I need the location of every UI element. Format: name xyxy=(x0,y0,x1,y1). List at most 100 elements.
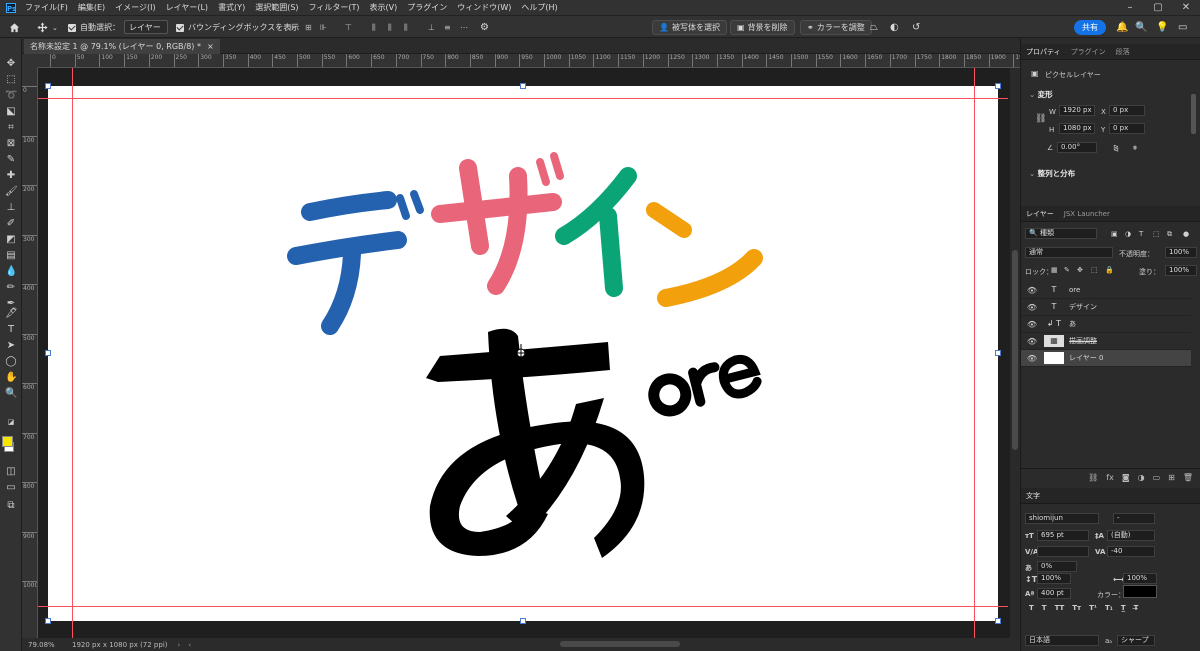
link-layers-icon[interactable]: ⛓ xyxy=(1088,473,1098,482)
adjust-color-button[interactable]: ⚭ カラーを調整 xyxy=(800,20,872,35)
menu-plugins[interactable]: プラグイン xyxy=(402,2,452,13)
type-tool-icon[interactable]: T xyxy=(5,324,17,336)
new-adjustment-icon[interactable]: ◑ xyxy=(1138,473,1145,482)
menu-image[interactable]: イメージ(I) xyxy=(110,2,160,13)
eraser-tool-icon[interactable]: ◩ xyxy=(5,234,17,246)
lock-move-icon[interactable]: ✥ xyxy=(1077,266,1083,274)
document-canvas[interactable] xyxy=(38,68,1008,638)
transform-section-title[interactable]: 変形 xyxy=(1029,89,1053,100)
tab-jsx-launcher[interactable]: JSX Launcher xyxy=(1059,210,1115,218)
font-family-dropdown[interactable]: shiomijun xyxy=(1025,513,1099,524)
visibility-eye-icon[interactable]: 👁 xyxy=(1025,337,1039,346)
transform-handle-bl[interactable] xyxy=(45,618,51,624)
filter-pixel-icon[interactable]: ▣ xyxy=(1111,230,1118,238)
opacity-field[interactable]: 100% xyxy=(1165,247,1197,258)
faux-italic-icon[interactable]: T xyxy=(1042,604,1047,614)
bell-icon[interactable]: 🔔 xyxy=(1116,20,1128,35)
tracking-field[interactable]: -40 xyxy=(1107,546,1155,557)
move-tool-icon[interactable]: ✥ xyxy=(5,58,17,70)
guide-vertical-left[interactable] xyxy=(72,68,73,638)
tab-paragraph[interactable]: 段落 xyxy=(1111,47,1135,57)
tab-properties[interactable]: プロパティ xyxy=(1021,47,1066,57)
auto-select-checkbox[interactable]: 自動選択： xyxy=(68,20,120,35)
lightbulb-icon[interactable]: 💡 xyxy=(1156,20,1168,35)
eyedropper-tool-icon[interactable]: ✎ xyxy=(5,154,17,166)
width-field[interactable]: 1920 px xyxy=(1059,105,1095,116)
distribute-h-icon[interactable]: ⫼ xyxy=(388,20,392,35)
text-color-swatch[interactable] xyxy=(1123,585,1157,598)
frame-tool-icon[interactable]: ⊠ xyxy=(5,138,17,150)
new-group-icon[interactable]: ▭ xyxy=(1153,473,1161,482)
remove-background-button[interactable]: ▣ 背景を削除 xyxy=(730,20,795,35)
x-field[interactable]: 0 px xyxy=(1109,105,1145,116)
minimize-icon[interactable]: – xyxy=(1116,0,1144,15)
foreground-color-swatch[interactable] xyxy=(2,436,13,447)
dodge-tool-icon[interactable]: ✏ xyxy=(5,282,17,294)
menu-window[interactable]: ウィンドウ(W) xyxy=(452,2,516,13)
align-left-icon[interactable]: ⊩ xyxy=(290,20,297,35)
search-icon[interactable]: 🔍 xyxy=(1135,20,1147,35)
gear-icon[interactable]: ⚙ xyxy=(480,20,489,35)
transform-handle-br[interactable] xyxy=(995,618,1001,624)
fx-icon[interactable]: fx xyxy=(1106,473,1114,482)
stamp-tool-icon[interactable]: ⊥ xyxy=(5,202,17,214)
shape-tool-icon[interactable]: ◯ xyxy=(5,356,17,368)
language-dropdown[interactable]: 日本語 xyxy=(1025,635,1099,646)
kerning-field[interactable] xyxy=(1037,546,1089,557)
rotate-3d-icon[interactable]: ↺ xyxy=(912,20,920,35)
y-field[interactable]: 0 px xyxy=(1109,123,1145,134)
screen-mode-icon[interactable]: ▭ xyxy=(5,482,17,494)
blend-mode-dropdown[interactable]: 通常 xyxy=(1025,247,1113,258)
history-brush-icon[interactable]: ✐ xyxy=(5,218,17,230)
close-tab-icon[interactable]: × xyxy=(207,42,214,51)
anti-alias-dropdown[interactable]: シャープ xyxy=(1117,635,1155,646)
lasso-tool-icon[interactable]: ➰ xyxy=(5,90,17,102)
default-colors-icon[interactable]: ◪ xyxy=(5,416,17,428)
home-icon[interactable] xyxy=(9,22,20,33)
chevron-down-icon[interactable]: ⌄ xyxy=(52,20,58,35)
menu-select[interactable]: 選択範囲(S) xyxy=(250,2,303,13)
link-icon[interactable]: ⛓ xyxy=(1035,114,1046,124)
underline-icon[interactable]: T̲ xyxy=(1121,604,1126,614)
small-caps-icon[interactable]: Tт xyxy=(1072,604,1081,614)
leading-field[interactable]: (自動) xyxy=(1107,530,1155,541)
transform-handle-tl[interactable] xyxy=(45,83,51,89)
flip-vertical-icon[interactable]: ⩨ xyxy=(1133,144,1137,153)
layer-filter-dropdown[interactable]: 🔍 種類 xyxy=(1025,228,1097,239)
guide-horizontal-top[interactable] xyxy=(38,98,1008,99)
superscript-icon[interactable]: T¹ xyxy=(1089,604,1097,614)
baseline-shift-field[interactable]: 400 pt xyxy=(1037,588,1071,599)
layer-row-a[interactable]: 👁 ↲ T あ xyxy=(1021,316,1191,333)
transform-handle-l[interactable] xyxy=(45,350,51,356)
vertical-scale-field[interactable]: 100% xyxy=(1037,573,1071,584)
filter-type-icon[interactable]: T xyxy=(1139,230,1143,238)
menu-help[interactable]: ヘルプ(H) xyxy=(516,2,562,13)
visibility-eye-icon[interactable]: 👁 xyxy=(1025,286,1039,295)
move-tool-icon[interactable] xyxy=(37,22,48,33)
vertical-scroll-thumb[interactable] xyxy=(1012,250,1018,450)
close-window-icon[interactable]: ✕ xyxy=(1172,0,1200,15)
distribute-v-icon[interactable]: ⫼ xyxy=(404,20,408,35)
lock-all-icon[interactable]: 🔒 xyxy=(1105,266,1114,274)
lock-artboard-icon[interactable]: ⬚ xyxy=(1091,266,1098,274)
visibility-eye-icon[interactable]: 👁 xyxy=(1025,320,1039,329)
layer-row-layer0[interactable]: 👁 レイヤー 0 xyxy=(1021,350,1191,367)
flip-horizontal-icon[interactable]: ⧎ xyxy=(1113,144,1119,152)
angle-field[interactable]: 0.00° xyxy=(1057,142,1097,153)
menu-view[interactable]: 表示(V) xyxy=(365,2,403,13)
workspace-icon[interactable]: ▭ xyxy=(1178,20,1187,35)
align-bottom-icon[interactable]: ⊥ xyxy=(428,20,435,35)
gradient-tool-icon[interactable]: ▤ xyxy=(5,250,17,262)
chevron-right-icon[interactable]: › xyxy=(178,641,181,649)
filter-adjust-icon[interactable]: ◑ xyxy=(1125,230,1131,238)
align-right-icon[interactable]: ⊪ xyxy=(320,20,327,35)
font-style-dropdown[interactable]: - xyxy=(1113,513,1155,524)
transform-handle-t[interactable] xyxy=(520,83,526,89)
path-select-tool-icon[interactable]: ➤ xyxy=(5,340,17,352)
filter-toggle-icon[interactable]: ● xyxy=(1183,230,1189,238)
align-middle-icon[interactable]: ≡ xyxy=(444,20,451,35)
visibility-eye-icon[interactable]: 👁 xyxy=(1025,354,1039,363)
height-field[interactable]: 1080 px xyxy=(1059,123,1095,134)
subscript-icon[interactable]: T₁ xyxy=(1105,604,1113,614)
transform-icon[interactable]: ⏢ xyxy=(870,20,878,35)
